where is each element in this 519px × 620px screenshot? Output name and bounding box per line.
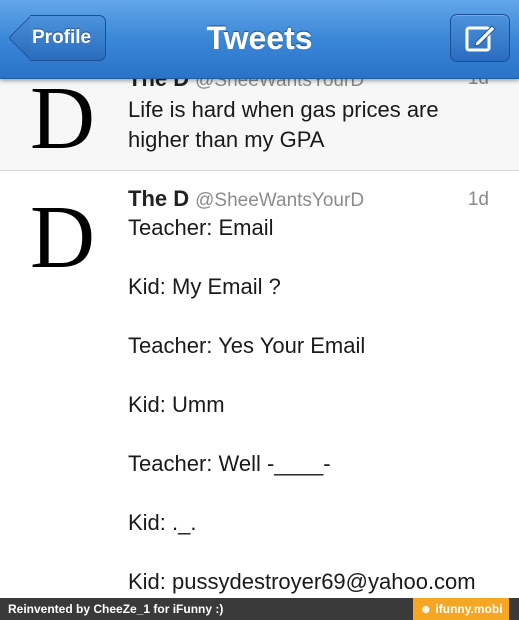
tweet-text-line: Teacher: Email (128, 215, 274, 240)
tweet-text-line: Teacher: Yes Your Email (128, 333, 366, 358)
avatar[interactable]: D (30, 193, 95, 283)
tweet-timestamp: 1d (467, 189, 489, 210)
tweet-feed[interactable]: D The D @SheeWantsYourD 1d Life is hard w… (0, 0, 519, 598)
tweet-text-line: higher than my GPA (128, 127, 325, 152)
compose-button[interactable] (450, 14, 510, 62)
tweet-text-line: Kid: Umm (128, 392, 225, 417)
tweet-text: Life is hard when gas prices are higher … (128, 95, 499, 155)
watermark-bar: Reinvented by CheeZe_1 for iFunny :) ☻ i… (0, 598, 519, 620)
tweet-item[interactable]: D The D @SheeWantsYourD 1d Teacher: Email… (0, 171, 519, 598)
tweet-text-line: Kid: pussydestroyer69@yahoo.com (128, 569, 476, 594)
avatar[interactable]: D (30, 74, 95, 164)
tweet-author-name[interactable]: The D (128, 186, 189, 211)
tweet-text-line: Kid: My Email ? (128, 274, 281, 299)
ifunny-watermark: ☻ ifunny.mobi (413, 598, 509, 620)
tweet-text-line: Life is hard when gas prices are (128, 97, 439, 122)
tweet-text-line: Teacher: Well -____- (128, 451, 331, 476)
tweet-text-line: Kid: ._. (128, 510, 197, 535)
credit-text: Reinvented by CheeZe_1 for iFunny :) (8, 602, 224, 616)
compose-icon (465, 25, 496, 52)
page-title: Tweets (206, 20, 313, 56)
tweet-author-handle: @SheeWantsYourD (195, 190, 365, 211)
tweet-text: Teacher: Email Kid: My Email ? Teacher: … (128, 213, 499, 598)
navigation-bar: Profile Tweets (0, 0, 519, 79)
tweet-header: The D @SheeWantsYourD (128, 186, 364, 212)
